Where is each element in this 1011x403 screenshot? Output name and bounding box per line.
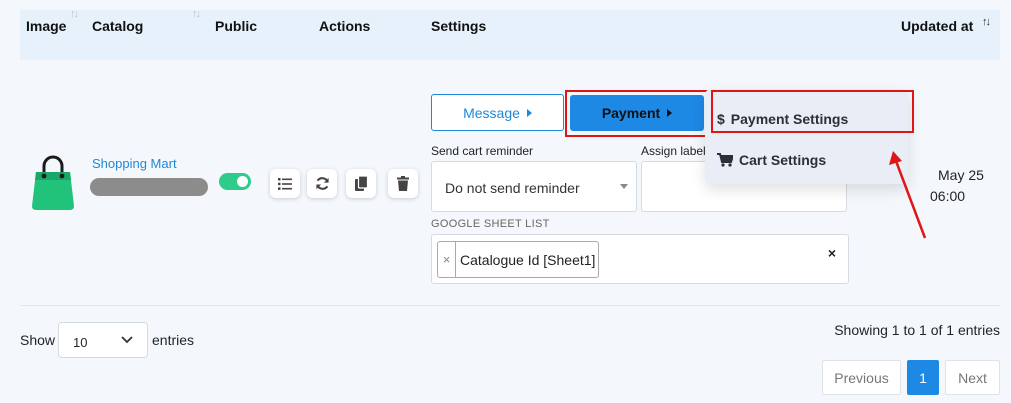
list-icon <box>278 177 292 190</box>
sheet-tag-label: Catalogue Id [Sheet1] <box>460 251 596 268</box>
pagination-previous[interactable]: Previous <box>822 360 901 395</box>
clear-selection-icon[interactable]: × <box>828 245 836 261</box>
annotation-arrow <box>889 151 927 239</box>
send-cart-reminder-select[interactable]: Do not send reminder <box>431 161 637 212</box>
copy-icon <box>354 176 368 191</box>
updated-time: 06:00 <box>930 188 966 204</box>
table-info: Showing 1 to 1 of 1 entries <box>834 322 1000 338</box>
menu-item-label: Cart Settings <box>739 152 827 168</box>
chevron-down-icon <box>121 336 133 344</box>
message-button-label: Message <box>463 104 520 121</box>
send-cart-reminder-value: Do not send reminder <box>445 180 580 196</box>
column-header-catalog[interactable]: Catalog <box>92 18 143 34</box>
column-header-image[interactable]: Image <box>26 18 66 34</box>
row-divider <box>20 305 1000 306</box>
column-header-settings: Settings <box>431 18 487 34</box>
highlight-box-payment-settings <box>711 90 914 133</box>
column-header-actions: Actions <box>319 18 371 34</box>
trash-icon <box>397 176 409 191</box>
message-button[interactable]: Message <box>431 94 564 131</box>
sort-desc-icon[interactable]: ↑↓ <box>982 16 991 28</box>
catalog-name-link[interactable]: Shopping Mart <box>92 156 177 171</box>
tag-remove-icon[interactable]: × <box>438 242 456 277</box>
google-sheet-list-label: GOOGLE SHEET LIST <box>431 218 550 230</box>
public-toggle[interactable] <box>219 173 251 190</box>
redacted-text <box>90 178 208 196</box>
assign-label-label: Assign label <box>641 144 706 158</box>
list-button[interactable] <box>270 169 300 198</box>
sort-icon[interactable]: ↑↓ <box>192 8 201 20</box>
updated-at-cell: May 25 06:00 <box>930 165 984 207</box>
refresh-icon <box>315 177 329 190</box>
refresh-button[interactable] <box>307 169 337 198</box>
duplicate-button[interactable] <box>346 169 376 198</box>
highlight-box-payment <box>565 90 708 137</box>
column-header-updated-at[interactable]: Updated at <box>901 18 973 34</box>
cart-icon <box>717 153 733 167</box>
show-label: Show <box>20 332 56 348</box>
menu-item-cart-settings[interactable]: Cart Settings <box>717 152 826 168</box>
sort-icon[interactable]: ↑↓ <box>70 8 79 20</box>
table-header <box>20 10 1000 60</box>
dropdown-arrow-icon <box>620 184 628 189</box>
shopping-bag-icon <box>30 154 76 210</box>
delete-button[interactable] <box>388 169 418 198</box>
page-length-value: 10 <box>73 335 88 350</box>
google-sheet-multiselect[interactable]: × Catalogue Id [Sheet1] × <box>431 234 849 284</box>
caret-right-icon <box>526 108 532 117</box>
pagination-page-1[interactable]: 1 <box>907 360 939 395</box>
toggle-knob <box>237 176 248 187</box>
page-length-select[interactable]: 10 <box>58 322 148 358</box>
updated-date: May 25 <box>938 167 984 183</box>
send-cart-reminder-label: Send cart reminder <box>431 144 534 158</box>
column-header-public: Public <box>215 18 258 34</box>
pagination-next[interactable]: Next <box>945 360 1000 395</box>
sheet-tag: × Catalogue Id [Sheet1] <box>437 241 599 278</box>
entries-label: entries <box>152 332 195 348</box>
